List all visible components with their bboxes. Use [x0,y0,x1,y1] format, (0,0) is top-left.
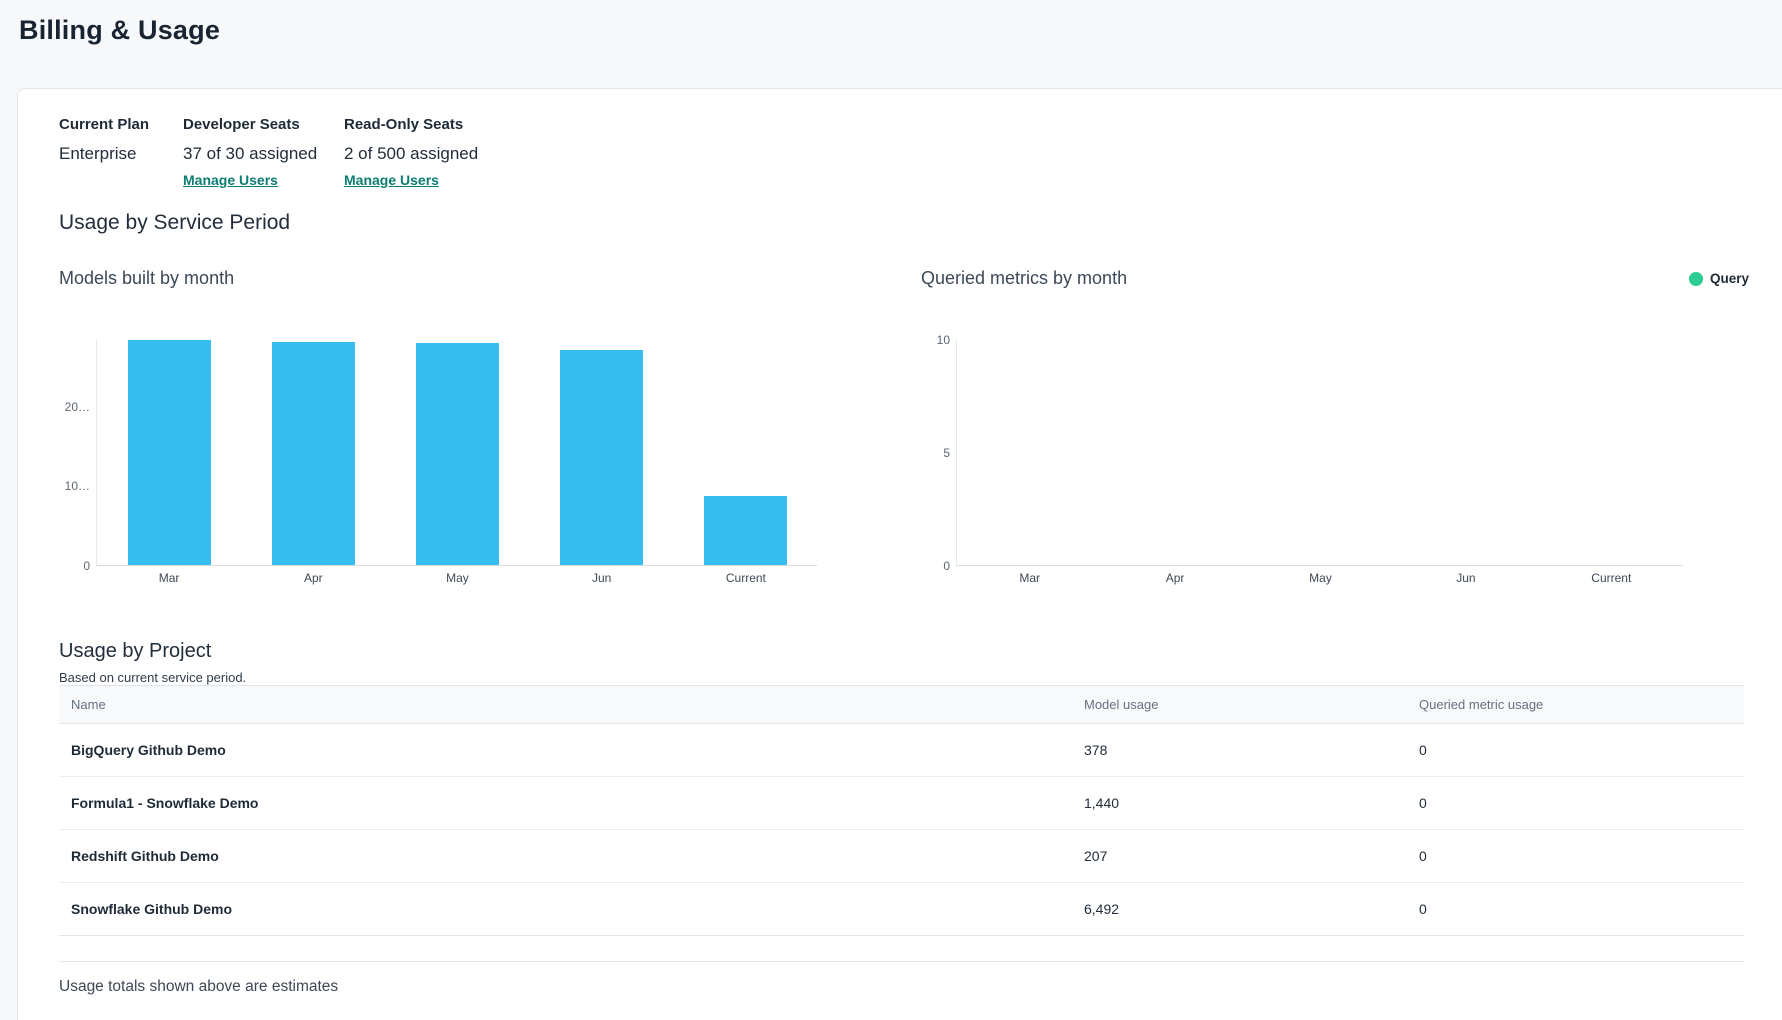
models-built-chart-plot: 010…20…MarAprMayJunCurrent [96,340,817,566]
usage-table-header: Name Model usage Queried metric usage [59,685,1744,724]
usage-by-project-subtitle: Based on current service period. [59,670,246,685]
table-bottom-divider [59,961,1744,962]
model-usage-cell: 378 [1084,742,1419,758]
project-name-cell: BigQuery Github Demo [59,742,1084,758]
bar-apr[interactable] [271,341,356,565]
y-axis-tick: 0 [943,559,950,573]
queried-metric-usage-cell: 0 [1419,795,1744,811]
read-only-seats-value: 2 of 500 assigned [344,144,478,164]
queried-metric-usage-cell: 0 [1419,901,1744,917]
manage-users-link-read-only[interactable]: Manage Users [344,172,439,188]
project-name-cell: Snowflake Github Demo [59,901,1084,917]
page-title: Billing & Usage [19,15,220,46]
table-row: BigQuery Github Demo 378 0 [59,724,1744,777]
x-axis-label: Mar [97,571,241,585]
queried-metrics-chart-plot: 0510MarAprMayJunCurrent [956,340,1683,566]
current-plan-value: Enterprise [59,144,149,164]
x-axis-label: Apr [1102,571,1247,585]
x-axis-label: Apr [241,571,385,585]
x-axis-label: Current [674,571,818,585]
manage-users-link-developer[interactable]: Manage Users [183,172,278,188]
queried-metrics-chart-title: Queried metrics by month [921,268,1127,289]
current-plan-label: Current Plan [59,116,149,133]
billing-card: Current Plan Enterprise Developer Seats … [17,88,1782,1020]
column-header-model-usage: Model usage [1084,697,1419,712]
model-usage-cell: 1,440 [1084,795,1419,811]
developer-seats-value: 37 of 30 assigned [183,144,317,164]
y-axis-tick: 0 [83,559,90,573]
legend-label: Query [1710,271,1749,286]
chart-legend[interactable]: Query [1689,271,1749,286]
column-header-queried-metric-usage: Queried metric usage [1419,697,1744,712]
section-title-usage-by-project: Usage by Project [59,640,211,663]
page-header: Billing & Usage [0,0,1782,88]
read-only-seats-column: Read-Only Seats 2 of 500 assigned Manage… [344,116,478,190]
usage-table: Name Model usage Queried metric usage Bi… [59,685,1744,936]
column-header-name: Name [59,697,1084,712]
y-axis-tick: 5 [943,446,950,460]
x-axis-label: Current [1539,571,1684,585]
models-built-chart-title: Models built by month [59,268,234,289]
y-axis-tick: 10… [65,479,90,493]
x-axis-label: Mar [957,571,1102,585]
x-axis-label: Jun [530,571,674,585]
queried-metric-usage-cell: 0 [1419,742,1744,758]
legend-dot-icon [1689,272,1703,286]
read-only-seats-label: Read-Only Seats [344,116,478,133]
table-row: Redshift Github Demo 207 0 [59,830,1744,883]
usage-estimate-note: Usage totals shown above are estimates [59,978,338,996]
section-title-service-period: Usage by Service Period [59,211,290,235]
x-axis-label: May [1248,571,1393,585]
bar-jun[interactable] [559,349,644,565]
developer-seats-label: Developer Seats [183,116,317,133]
x-axis-label: May [385,571,529,585]
bar-current[interactable] [703,495,788,565]
developer-seats-column: Developer Seats 37 of 30 assigned Manage… [183,116,317,190]
x-axis-label: Jun [1393,571,1538,585]
queried-metric-usage-cell: 0 [1419,848,1744,864]
y-axis-tick: 20… [65,400,90,414]
table-row: Formula1 - Snowflake Demo 1,440 0 [59,777,1744,830]
project-name-cell: Redshift Github Demo [59,848,1084,864]
model-usage-cell: 6,492 [1084,901,1419,917]
model-usage-cell: 207 [1084,848,1419,864]
table-row: Snowflake Github Demo 6,492 0 [59,883,1744,936]
bar-may[interactable] [415,342,500,565]
project-name-cell: Formula1 - Snowflake Demo [59,795,1084,811]
usage-table-body: BigQuery Github Demo 378 0 Formula1 - Sn… [59,724,1744,936]
y-axis-tick: 10 [937,333,950,347]
bar-mar[interactable] [127,339,212,565]
current-plan-column: Current Plan Enterprise [59,116,149,164]
